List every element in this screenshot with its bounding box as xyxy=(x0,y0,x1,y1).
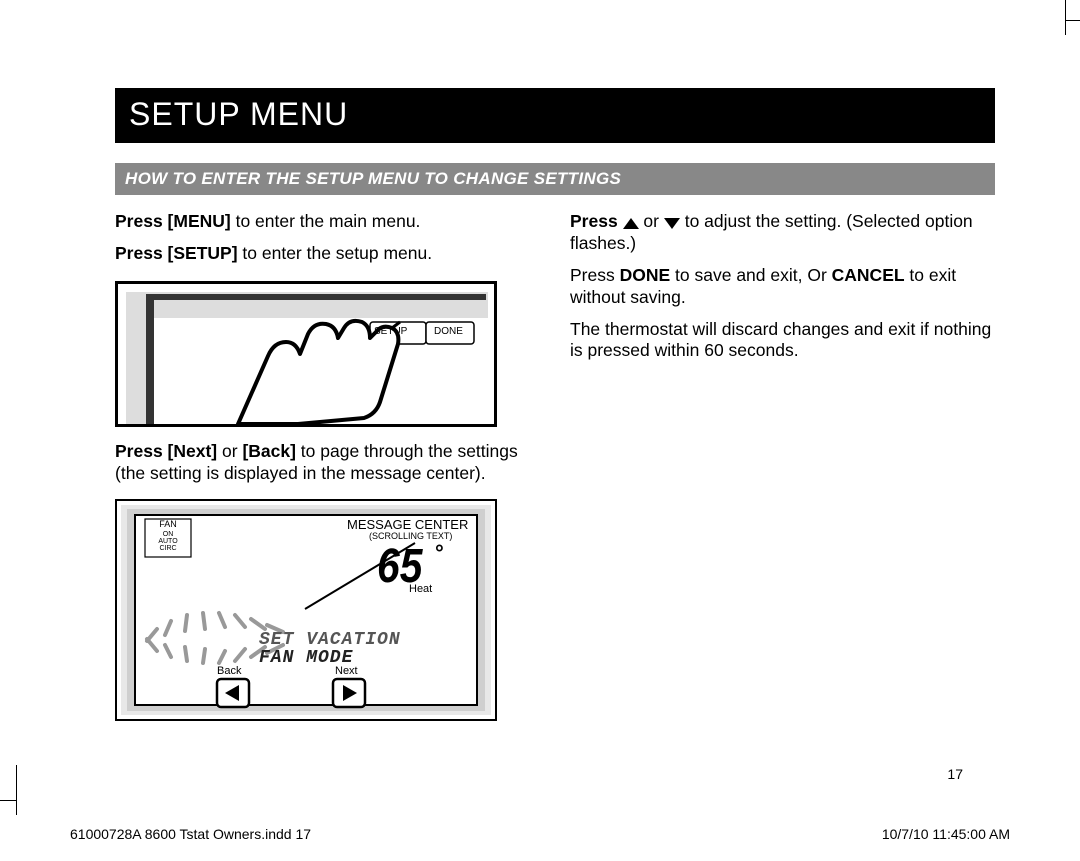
down-arrow-icon xyxy=(664,218,680,229)
timeout-note: The thermostat will discard changes and … xyxy=(570,319,995,363)
press-menu-rest: to enter the main menu. xyxy=(231,211,421,231)
press-menu-bold: Press [MENU] xyxy=(115,211,231,231)
heat-label: Heat xyxy=(409,583,432,597)
page-number: 17 xyxy=(0,766,963,782)
press-arrows-mid: or xyxy=(639,211,664,231)
manual-page: SETUP MENU HOW TO ENTER THE SETUP MENU T… xyxy=(0,0,1080,861)
section-heading: HOW TO ENTER THE SETUP MENU TO CHANGE SE… xyxy=(115,163,995,195)
press-next-bold: Press [Next] xyxy=(115,441,217,461)
press-setup-bold: Press [SETUP] xyxy=(115,243,238,263)
done-cancel-mid: to save and exit, Or xyxy=(670,265,831,285)
print-footer: 61000728A 8600 Tstat Owners.indd 17 10/7… xyxy=(70,826,1010,842)
fan-opt-circ: CIRC xyxy=(151,545,185,552)
back-label: Back xyxy=(217,665,241,679)
figure-message-center: FAN ON AUTO CIRC MESSAGE CENTER (SCROLLI… xyxy=(115,499,497,721)
done-cancel-a: Press xyxy=(570,265,620,285)
content-area: SETUP MENU HOW TO ENTER THE SETUP MENU T… xyxy=(115,88,995,721)
footer-file: 61000728A 8600 Tstat Owners.indd 17 xyxy=(70,826,311,842)
footer-date: 10/7/10 11:45:00 AM xyxy=(882,826,1010,842)
cancel-bold: CANCEL xyxy=(832,265,905,285)
crop-mark xyxy=(1065,20,1080,21)
left-column: Press [MENU] to enter the main menu. Pre… xyxy=(115,211,540,721)
done-bold: DONE xyxy=(620,265,671,285)
degree-symbol: ° xyxy=(435,539,444,567)
right-column: Press or to adjust the setting. (Selecte… xyxy=(570,211,995,721)
figure-setup-button: SETUP DONE xyxy=(115,281,497,427)
press-arrows-a: Press xyxy=(570,211,623,231)
crop-mark xyxy=(1065,0,1066,35)
press-next-mid: or xyxy=(217,441,242,461)
fan-label: FAN xyxy=(155,519,181,530)
setup-button-label: SETUP xyxy=(374,326,407,339)
press-setup-rest: to enter the setup menu. xyxy=(238,243,433,263)
fan-opt-auto: AUTO xyxy=(151,538,185,545)
up-arrow-icon xyxy=(623,218,639,229)
page-title: SETUP MENU xyxy=(115,88,995,143)
press-back-bold: [Back] xyxy=(242,441,296,461)
done-button-label: DONE xyxy=(434,326,463,339)
crop-mark xyxy=(0,800,16,801)
next-label: Next xyxy=(335,665,358,679)
fan-opt-on: ON xyxy=(151,531,185,538)
two-column-layout: Press [MENU] to enter the main menu. Pre… xyxy=(115,211,995,721)
